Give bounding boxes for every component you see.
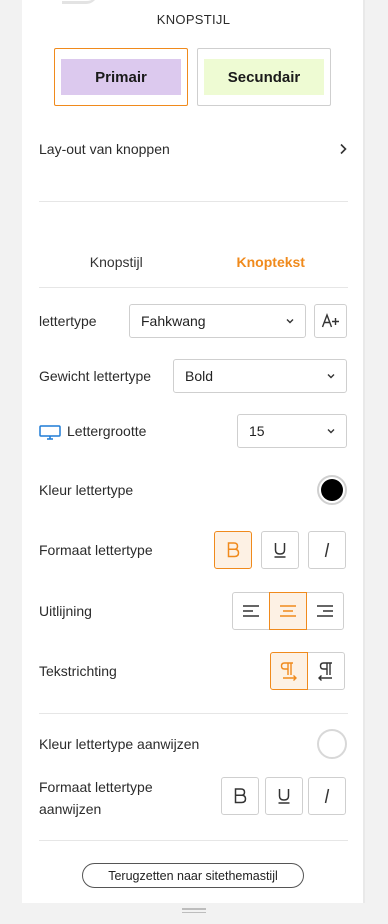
tab-button-style[interactable]: Knopstijl bbox=[39, 240, 194, 288]
underline-icon bbox=[274, 543, 286, 558]
direction-rtl-button[interactable] bbox=[307, 652, 345, 690]
font-size-plus-icon bbox=[321, 313, 339, 328]
tab-button-text[interactable]: Knoptekst bbox=[193, 240, 348, 288]
divider bbox=[39, 713, 348, 714]
italic-icon bbox=[324, 542, 330, 558]
font-color-fill bbox=[321, 479, 343, 501]
direction-label: Tekstrichting bbox=[39, 663, 117, 679]
hover-format-label: Formaat lettertype aanwijzen bbox=[39, 779, 153, 817]
alignment-group bbox=[232, 592, 344, 630]
style-option-primary-label: Primair bbox=[61, 59, 181, 95]
italic-button[interactable] bbox=[308, 531, 346, 569]
button-settings-panel: KNOPSTIJL Primair Secundair Lay-out van … bbox=[22, 0, 365, 903]
style-option-primary[interactable]: Primair bbox=[54, 48, 188, 106]
chevron-down-icon bbox=[286, 319, 294, 324]
bold-button[interactable] bbox=[214, 531, 252, 569]
underline-icon bbox=[278, 789, 290, 804]
bold-icon bbox=[234, 788, 247, 804]
section-title: KNOPSTIJL bbox=[156, 12, 231, 27]
divider bbox=[39, 201, 348, 202]
bold-icon bbox=[227, 542, 240, 558]
font-label: lettertype bbox=[39, 313, 97, 329]
reset-theme-style-button[interactable]: Terugzetten naar sitethemastijl bbox=[82, 863, 304, 888]
chevron-down-icon bbox=[327, 429, 335, 434]
align-center-button[interactable] bbox=[269, 592, 307, 630]
italic-icon bbox=[324, 788, 330, 804]
font-select-value: Fahkwang bbox=[141, 313, 206, 329]
weight-label: Gewicht lettertype bbox=[39, 368, 152, 384]
layout-buttons-label: Lay-out van knoppen bbox=[39, 141, 170, 157]
tabs: Knopstijl Knoptekst bbox=[39, 240, 348, 288]
weight-select-value: Bold bbox=[185, 368, 214, 384]
tabs-divider bbox=[39, 287, 348, 288]
align-right-button[interactable] bbox=[306, 592, 344, 630]
size-label: Lettergrootte bbox=[67, 423, 147, 439]
style-option-secondary[interactable]: Secundair bbox=[197, 48, 331, 106]
font-color-swatch[interactable] bbox=[317, 475, 347, 505]
layout-buttons-link[interactable]: Lay-out van knoppen bbox=[39, 138, 348, 160]
align-center-icon bbox=[280, 605, 296, 617]
size-select-value: 15 bbox=[249, 423, 265, 439]
hover-color-swatch[interactable] bbox=[317, 729, 347, 759]
hover-underline-button[interactable] bbox=[265, 777, 303, 815]
resize-grip-icon[interactable] bbox=[182, 908, 206, 914]
text-direction-ltr-icon bbox=[280, 662, 297, 681]
divider bbox=[39, 840, 348, 841]
hover-color-label: Kleur lettertype aanwijzen bbox=[39, 736, 200, 752]
font-size-plus-button[interactable] bbox=[314, 304, 347, 338]
weight-select[interactable]: Bold bbox=[173, 359, 347, 393]
format-label: Formaat lettertype bbox=[39, 542, 153, 558]
color-label: Kleur lettertype bbox=[39, 482, 134, 498]
panel-edge bbox=[363, 0, 365, 903]
hover-italic-button[interactable] bbox=[308, 777, 346, 815]
align-left-icon bbox=[243, 605, 259, 617]
direction-ltr-button[interactable] bbox=[270, 652, 308, 690]
size-select[interactable]: 15 bbox=[237, 414, 347, 448]
top-decoration bbox=[62, 0, 98, 4]
chevron-down-icon bbox=[327, 374, 335, 379]
font-select[interactable]: Fahkwang bbox=[129, 304, 306, 338]
chevron-right-icon bbox=[340, 143, 347, 155]
desktop-icon bbox=[39, 425, 61, 440]
align-left-button[interactable] bbox=[232, 592, 270, 630]
direction-group bbox=[270, 652, 345, 690]
hover-bold-button[interactable] bbox=[221, 777, 259, 815]
alignment-label: Uitlijning bbox=[39, 603, 92, 619]
style-option-secondary-label: Secundair bbox=[204, 59, 324, 95]
align-right-icon bbox=[317, 605, 333, 617]
text-direction-rtl-icon bbox=[318, 662, 332, 681]
underline-button[interactable] bbox=[261, 531, 299, 569]
